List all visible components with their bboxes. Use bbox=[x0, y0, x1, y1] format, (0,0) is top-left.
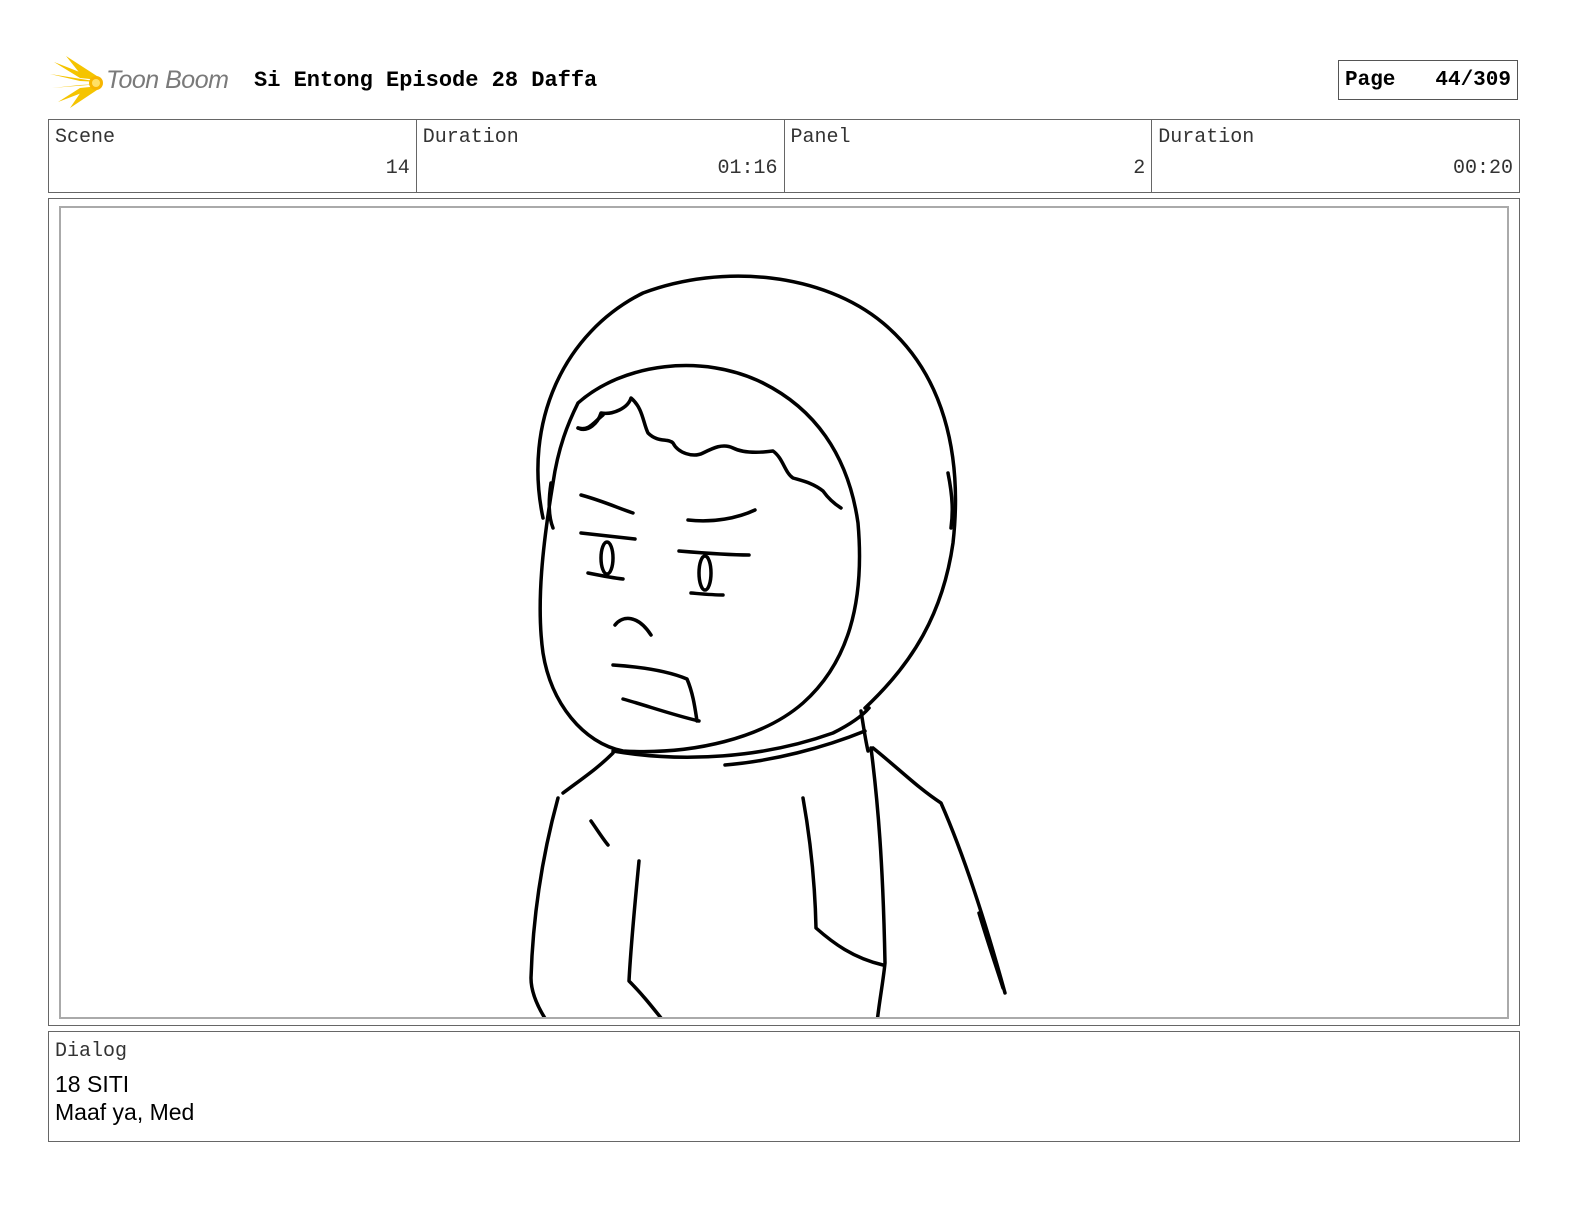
scene-duration-cell: Duration 01:16 bbox=[417, 120, 785, 192]
dialog-spoken-line: Maaf ya, Med bbox=[55, 1099, 195, 1125]
toon-boom-logo: Toon Boom bbox=[50, 56, 240, 108]
scene-value: 14 bbox=[385, 157, 410, 180]
panel-duration-label: Duration bbox=[1158, 126, 1255, 149]
page-label: Page bbox=[1345, 68, 1396, 92]
logo-text: Toon Boom bbox=[106, 66, 229, 94]
character-sketch bbox=[529, 274, 1007, 1017]
storyboard-drawing-area bbox=[59, 206, 1509, 1019]
scene-duration-value: 01:16 bbox=[717, 157, 778, 180]
scene-duration-label: Duration bbox=[422, 126, 519, 149]
sun-burst-icon bbox=[50, 56, 103, 108]
panel-cell: Panel 2 bbox=[785, 120, 1153, 192]
page-indicator: Page 44/309 bbox=[1338, 60, 1518, 100]
storyboard-panel-frame bbox=[48, 198, 1520, 1026]
dialog-speaker-line: 18 SITI bbox=[55, 1071, 130, 1097]
panel-label: Panel bbox=[790, 126, 851, 149]
page-number: 44/309 bbox=[1435, 68, 1511, 92]
scene-cell: Scene 14 bbox=[49, 120, 417, 192]
scene-label: Scene bbox=[55, 126, 116, 149]
dialog-text: 18 SITI Maaf ya, Med bbox=[55, 1070, 194, 1126]
dialog-box: Dialog 18 SITI Maaf ya, Med bbox=[48, 1031, 1520, 1142]
panel-duration-cell: Duration 00:20 bbox=[1152, 120, 1519, 192]
page-header: Toon Boom Si Entong Episode 28 Daffa Pag… bbox=[48, 56, 1520, 108]
dialog-label: Dialog bbox=[55, 1040, 128, 1063]
panel-duration-value: 00:20 bbox=[1452, 157, 1513, 180]
panel-value: 2 bbox=[1133, 157, 1146, 180]
panel-info-row: Scene 14 Duration 01:16 Panel 2 Duration… bbox=[48, 119, 1520, 193]
project-title: Si Entong Episode 28 Daffa bbox=[254, 68, 598, 93]
